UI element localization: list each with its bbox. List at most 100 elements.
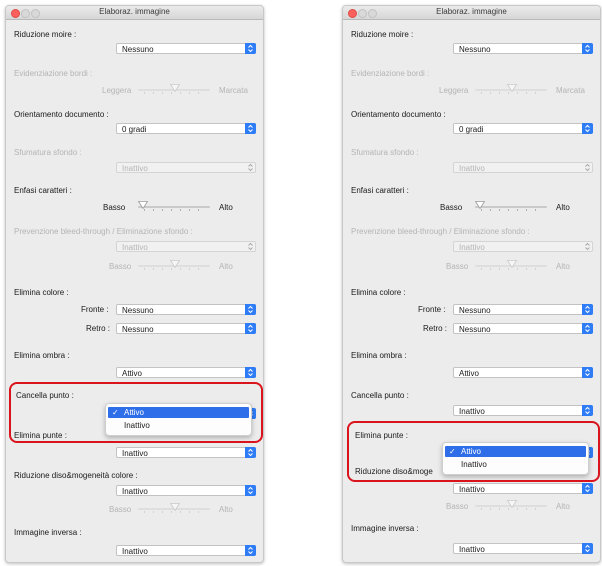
- bgshade-select[interactable]: Inattivo: [116, 162, 256, 173]
- bgshade-label: Sfumatura sfondo :: [351, 148, 419, 157]
- dots-value: Inattivo: [459, 407, 485, 416]
- dither-value: Inattivo: [459, 485, 485, 494]
- slider-tick: [189, 92, 190, 94]
- invert-select[interactable]: Inattivo: [453, 543, 593, 554]
- char-emphasis-slider[interactable]: [475, 201, 547, 211]
- highlight-box-left: [9, 382, 263, 443]
- moire-value: Nessuno: [122, 45, 154, 54]
- slider-knob[interactable]: [507, 260, 517, 268]
- orientation-value: 0 gradi: [122, 125, 147, 134]
- dropout-back-select[interactable]: Nessuno: [453, 323, 593, 334]
- slider-tick: [144, 92, 145, 94]
- highlight-box-right: [347, 421, 600, 482]
- orientation-label: Orientamento documento :: [14, 110, 109, 119]
- bleed-value: Inattivo: [122, 243, 148, 252]
- shadow-label: Elimina ombra :: [14, 351, 70, 360]
- bleed-high-label: Alto: [556, 262, 570, 271]
- bleed-label: Prevenzione bleed-through / Eliminazione…: [14, 227, 193, 236]
- shadow-select[interactable]: Attivo: [453, 367, 593, 378]
- char-emphasis-low-label: Basso: [103, 203, 126, 212]
- edge-high-label: Marcata: [556, 86, 585, 95]
- slider-tick: [526, 508, 527, 510]
- edge-slider[interactable]: [138, 84, 210, 94]
- dither-high-label: Alto: [219, 505, 233, 514]
- window-title: Elaboraz. immagine: [436, 7, 507, 16]
- bleed-select[interactable]: Inattivo: [116, 241, 256, 252]
- bleed-label: Prevenzione bleed-through / Eliminazione…: [351, 227, 530, 236]
- chevron-updown-icon: [582, 304, 593, 315]
- dither-select[interactable]: Inattivo: [453, 483, 593, 494]
- slider-knob[interactable]: [507, 500, 517, 508]
- chevron-updown-icon: [582, 323, 593, 334]
- slider-tick: [162, 92, 163, 94]
- slider-tick: [171, 92, 172, 94]
- slider-tick: [508, 209, 509, 211]
- chevron-updown-icon: [582, 367, 593, 378]
- dropout-front-value: Nessuno: [122, 306, 154, 315]
- slider-tick: [153, 268, 154, 270]
- slider-tick: [535, 209, 536, 211]
- slider-tick: [189, 268, 190, 270]
- slider-knob[interactable]: [170, 260, 180, 268]
- bleed-low-label: Basso: [446, 262, 469, 271]
- bgshade-label: Sfumatura sfondo :: [14, 148, 82, 157]
- bleed-select[interactable]: Inattivo: [453, 241, 593, 252]
- dropout-front-select[interactable]: Nessuno: [453, 304, 593, 315]
- bgshade-value: Inattivo: [122, 164, 148, 173]
- slider-tick: [171, 209, 172, 211]
- dropout-label: Elimina colore :: [351, 288, 406, 297]
- dropout-back-value: Nessuno: [459, 325, 491, 334]
- slider-knob[interactable]: [170, 84, 180, 92]
- slider-tick: [490, 268, 491, 270]
- dither-select[interactable]: Inattivo: [116, 485, 256, 496]
- invert-select[interactable]: Inattivo: [116, 545, 256, 556]
- edge-slider[interactable]: [475, 84, 547, 94]
- bleed-slider[interactable]: [138, 260, 210, 270]
- slider-tick: [526, 209, 527, 211]
- invert-label: Immagine inversa :: [351, 524, 419, 533]
- dropout-back-select[interactable]: Nessuno: [116, 323, 256, 334]
- slider-tick: [526, 92, 527, 94]
- dropout-back-value: Nessuno: [122, 325, 154, 334]
- dither-slider[interactable]: [138, 503, 210, 513]
- moire-select[interactable]: Nessuno: [453, 43, 593, 54]
- slider-tick: [517, 209, 518, 211]
- shadow-select[interactable]: Attivo: [116, 367, 256, 378]
- bleed-slider[interactable]: [475, 260, 547, 270]
- slider-tick: [153, 209, 154, 211]
- orientation-select[interactable]: 0 gradi: [116, 123, 256, 134]
- dropout-front-value: Nessuno: [459, 306, 491, 315]
- chevron-updown-icon: [582, 543, 593, 554]
- left-window: Elaboraz. immagine Riduzione moire : Nes…: [5, 5, 264, 563]
- moire-label: Riduzione moire :: [351, 30, 414, 39]
- slider-tick: [198, 92, 199, 94]
- slider-knob[interactable]: [138, 201, 148, 209]
- punch-select[interactable]: Inattivo: [116, 447, 256, 458]
- orientation-value: 0 gradi: [459, 125, 484, 134]
- slider-knob[interactable]: [507, 84, 517, 92]
- dots-select[interactable]: Inattivo: [453, 405, 593, 416]
- chevron-updown-icon: [582, 483, 593, 494]
- slider-knob[interactable]: [170, 503, 180, 511]
- slider-tick: [144, 209, 145, 211]
- char-emphasis-slider[interactable]: [138, 201, 210, 211]
- slider-tick: [508, 92, 509, 94]
- dither-slider[interactable]: [475, 500, 547, 510]
- punch-value: Inattivo: [122, 449, 148, 458]
- moire-select[interactable]: Nessuno: [116, 43, 256, 54]
- edge-low-label: Leggera: [439, 86, 469, 95]
- dropout-front-select[interactable]: Nessuno: [116, 304, 256, 315]
- char-emphasis-high-label: Alto: [219, 203, 233, 212]
- bgshade-select[interactable]: Inattivo: [453, 162, 593, 173]
- orientation-select[interactable]: 0 gradi: [453, 123, 593, 134]
- slider-tick: [481, 209, 482, 211]
- dropout-back-label: Retro :: [86, 324, 111, 333]
- slider-tick: [153, 511, 154, 513]
- invert-value: Inattivo: [459, 545, 485, 554]
- slider-tick: [481, 268, 482, 270]
- invert-label: Immagine inversa :: [14, 528, 82, 537]
- slider-knob[interactable]: [475, 201, 485, 209]
- dropout-front-label: Fronte :: [81, 305, 109, 314]
- bleed-high-label: Alto: [219, 262, 233, 271]
- slider-tick: [162, 268, 163, 270]
